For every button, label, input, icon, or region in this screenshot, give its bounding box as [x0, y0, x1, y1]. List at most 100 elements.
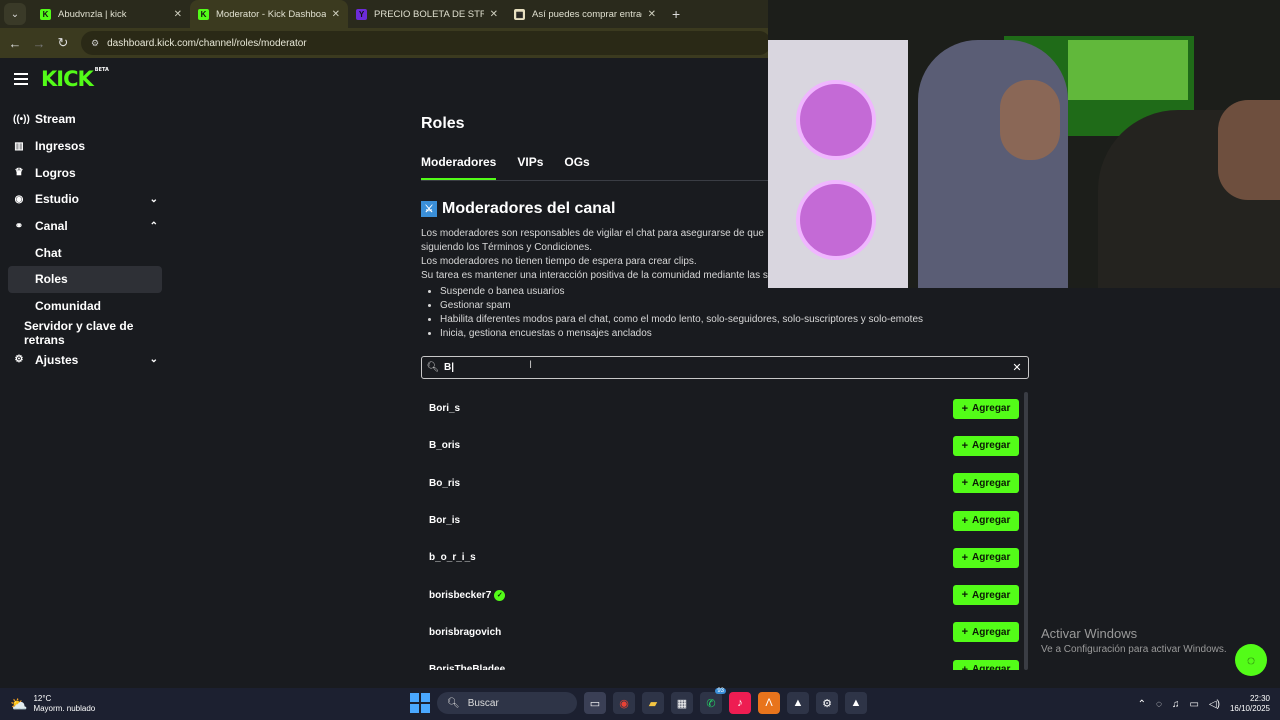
- clock[interactable]: 22:30 16/10/2025: [1230, 694, 1270, 714]
- add-moderator-button[interactable]: + Agregar: [953, 585, 1019, 606]
- close-icon[interactable]: ✕: [174, 9, 182, 20]
- clear-icon[interactable]: ✕: [1006, 361, 1028, 374]
- sidebar-item-canal[interactable]: ⚭ Canal ⌃: [0, 213, 170, 240]
- chevron-down-icon[interactable]: ⌄: [150, 354, 158, 365]
- file-explorer-icon[interactable]: ▰: [642, 692, 664, 714]
- menu-icon[interactable]: [14, 73, 28, 85]
- weather-text: Mayorm. nublado: [33, 704, 96, 713]
- username: b_o_r_i_s: [429, 552, 476, 563]
- chevron-up-icon[interactable]: ⌃: [150, 221, 158, 232]
- username: BorisTheBladee: [429, 664, 505, 670]
- tab-ogs[interactable]: OGs: [564, 155, 589, 180]
- browser-tab[interactable]: Y PRECIO BOLETA DE STREMFIHT ✕: [348, 0, 506, 28]
- text-cursor-icon: I: [529, 359, 533, 371]
- sidebar-item-label: Roles: [35, 272, 68, 287]
- moderator-search: 🔍︎ ✕: [421, 356, 1029, 379]
- sidebar-item-label: Comunidad: [35, 299, 101, 314]
- beta-badge: BETA: [94, 67, 109, 73]
- app-triangle-icon[interactable]: ▲: [845, 692, 867, 714]
- whatsapp-icon[interactable]: ✆ 93: [700, 688, 726, 714]
- browser-tab[interactable]: ▦ Así puedes comprar entradas p ✕: [506, 0, 664, 28]
- steam-icon[interactable]: ⚙: [816, 692, 838, 714]
- sidebar-item-logros[interactable]: ♛ Logros: [0, 159, 170, 186]
- taskbar-search-label: Buscar: [467, 697, 499, 709]
- forward-icon[interactable]: →: [27, 36, 51, 51]
- cloud-sun-icon: ⛅: [10, 695, 28, 712]
- app-a-icon[interactable]: Λ: [758, 692, 780, 714]
- support-chat-button[interactable]: ◌: [1235, 644, 1267, 676]
- back-icon[interactable]: ←: [3, 36, 27, 51]
- sidebar-item-ingresos[interactable]: ▥ Ingresos: [0, 133, 170, 160]
- add-label: Agregar: [972, 589, 1011, 601]
- plus-icon: +: [961, 439, 969, 452]
- sidebar-item-stream[interactable]: ((•)) Stream: [0, 106, 170, 133]
- sidebar-item-chat[interactable]: Chat: [0, 239, 170, 266]
- username: borisbecker7 ✓: [429, 589, 506, 601]
- results-scrollbar[interactable]: [1024, 392, 1028, 670]
- notification-off-icon[interactable]: ◌: [1156, 699, 1162, 710]
- chrome-icon[interactable]: ◉: [613, 692, 635, 714]
- verified-icon: ✓: [494, 589, 506, 601]
- favicon-icon: K: [198, 8, 209, 20]
- taskbar-search[interactable]: 🔍︎ Buscar: [437, 692, 577, 714]
- add-moderator-button[interactable]: + Agregar: [953, 473, 1019, 494]
- store-icon[interactable]: ▦: [671, 692, 693, 714]
- reload-icon[interactable]: ↻: [51, 35, 75, 51]
- tab-vips[interactable]: VIPs: [517, 155, 543, 180]
- close-icon[interactable]: ✕: [332, 9, 340, 20]
- add-moderator-button[interactable]: + Agregar: [953, 398, 1019, 419]
- tab-moderadores[interactable]: Moderadores: [421, 155, 497, 180]
- section-title: Moderadores del canal: [442, 200, 616, 217]
- add-moderator-button[interactable]: + Agregar: [953, 622, 1019, 643]
- address-bar[interactable]: ⚙ dashboard.kick.com/channel/roles/moder…: [81, 31, 771, 55]
- sidebar-item-estudio[interactable]: ◉ Estudio ⌄: [0, 186, 170, 213]
- windows-taskbar: ⛅ 12°C Mayorm. nublado 🔍︎ Buscar ▭ ◉ ▰ ▦ …: [0, 688, 1280, 720]
- add-moderator-button[interactable]: + Agregar: [953, 435, 1019, 456]
- chart-icon: ▥: [14, 140, 24, 152]
- list-item: Inicia, gestiona encuestas o mensajes an…: [440, 327, 1031, 341]
- task-view-icon[interactable]: ▭: [584, 692, 606, 714]
- add-moderator-button[interactable]: + Agregar: [953, 659, 1019, 670]
- windows-activation-watermark: Activar Windows Ve a Configuración para …: [1041, 626, 1227, 655]
- display-icon[interactable]: ▭: [1189, 699, 1198, 710]
- favicon-icon: K: [40, 8, 51, 20]
- site-info-icon[interactable]: ⚙: [91, 38, 99, 49]
- add-moderator-button[interactable]: + Agregar: [953, 510, 1019, 531]
- kick-logo[interactable]: KICK BETA: [41, 67, 109, 91]
- microphone-icon[interactable]: ♫: [1172, 699, 1180, 710]
- sidebar-item-ajustes[interactable]: ⚙ Ajustes ⌄: [0, 346, 170, 373]
- new-tab-button[interactable]: +: [672, 6, 680, 22]
- username-text: borisbecker7: [429, 589, 492, 601]
- sidebar-item-servidor[interactable]: Servidor y clave de retrans: [0, 319, 170, 347]
- username: Bo_ris: [429, 478, 460, 489]
- sidebar-item-comunidad[interactable]: Comunidad: [0, 293, 170, 320]
- browser-tab[interactable]: K Abudvnzla | kick ✕: [32, 0, 190, 28]
- tab-search-button[interactable]: ⌄: [4, 3, 26, 25]
- weather-widget[interactable]: ⛅ 12°C Mayorm. nublado: [10, 694, 160, 714]
- close-icon[interactable]: ✕: [490, 9, 498, 20]
- app-delta-icon[interactable]: ▲: [787, 692, 809, 714]
- add-moderator-button[interactable]: + Agregar: [953, 547, 1019, 568]
- add-label: Agregar: [972, 664, 1011, 670]
- close-icon[interactable]: ✕: [648, 9, 656, 20]
- list-item: b_o_r_i_s + Agregar: [421, 539, 1021, 576]
- chevron-down-icon[interactable]: ⌄: [150, 194, 158, 205]
- add-label: Agregar: [972, 477, 1011, 489]
- windows-start-icon[interactable]: [410, 693, 430, 713]
- responsibility-list: Suspende o banea usuarios Gestionar spam…: [421, 285, 1031, 341]
- sidebar-item-label: Chat: [35, 245, 62, 260]
- gear-icon: ⚙: [14, 354, 24, 366]
- username: B_oris: [429, 440, 460, 451]
- sidebar-item-roles[interactable]: Roles: [8, 266, 162, 293]
- pc-fan: [796, 180, 876, 260]
- browser-tab[interactable]: K Moderator - Kick Dashboard ✕: [190, 0, 348, 28]
- add-label: Agregar: [972, 403, 1011, 415]
- add-label: Agregar: [972, 515, 1011, 527]
- search-icon: 🔍︎: [447, 697, 460, 709]
- sidebar-item-label: Canal: [35, 219, 68, 234]
- activate-subtitle: Ve a Configuración para activar Windows.: [1041, 644, 1227, 655]
- volume-icon[interactable]: ◁): [1209, 699, 1220, 710]
- chevron-up-icon[interactable]: ⌃: [1138, 699, 1146, 710]
- trophy-icon: ♛: [14, 167, 24, 179]
- tiktok-icon[interactable]: ♪: [729, 692, 751, 714]
